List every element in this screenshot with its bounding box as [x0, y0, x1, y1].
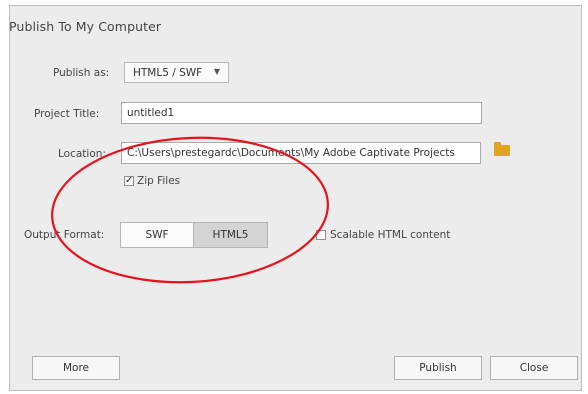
location-label: Location:	[58, 148, 106, 160]
zip-files-label: Zip Files	[137, 175, 181, 187]
more-button[interactable]: More	[32, 356, 120, 380]
project-title-label: Project Title:	[34, 108, 100, 120]
publish-button[interactable]: Publish	[394, 356, 482, 380]
folder-icon[interactable]	[494, 142, 510, 156]
project-title-input[interactable]: untitled1	[121, 102, 482, 124]
publish-as-label: Publish as:	[53, 67, 110, 79]
scalable-html-checkbox[interactable]	[316, 230, 326, 240]
output-format-html5-button[interactable]: HTML5	[193, 222, 268, 248]
output-format-swf-button[interactable]: SWF	[120, 222, 194, 248]
publish-dialog	[9, 5, 582, 391]
zip-files-checkbox[interactable]: ✓	[124, 176, 134, 186]
dialog-title: Publish To My Computer	[9, 19, 162, 34]
output-format-label: Output Format:	[24, 229, 105, 241]
publish-as-select[interactable]: HTML5 / SWF ▼	[124, 62, 229, 83]
checkmark-icon: ✓	[125, 175, 134, 186]
publish-as-value: HTML5 / SWF	[133, 67, 203, 79]
scalable-html-label: Scalable HTML content	[330, 229, 451, 241]
location-input[interactable]: C:\Users\prestegardc\Documents\My Adobe …	[121, 142, 481, 164]
chevron-down-icon: ▼	[213, 67, 220, 76]
close-button[interactable]: Close	[490, 356, 578, 380]
